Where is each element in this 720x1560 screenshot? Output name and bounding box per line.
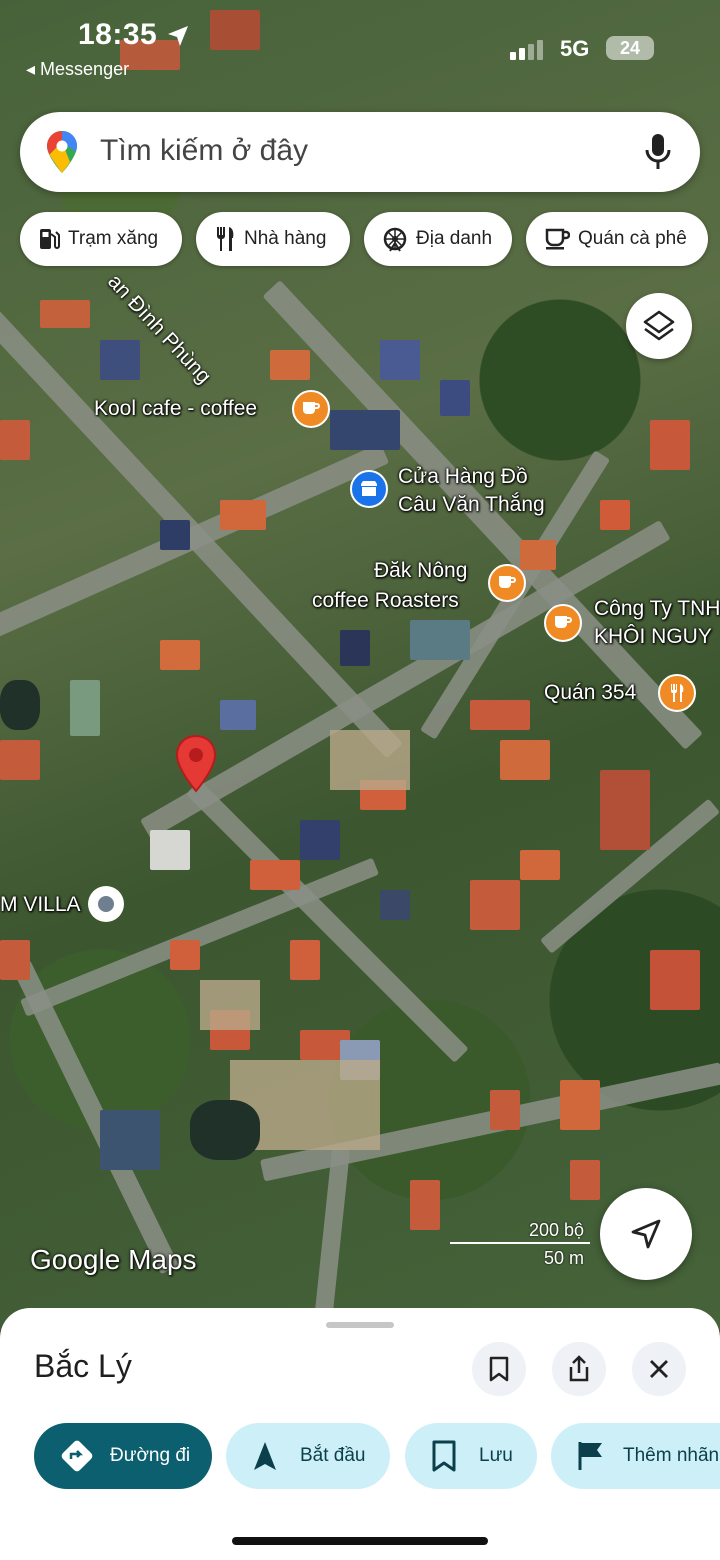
poi-label-line1: Cửa Hàng Đồ: [398, 465, 528, 488]
category-chips: Trạm xăng Nhà hàng Địa danh Quán cà phê: [20, 212, 720, 268]
chip-label: Trạm xăng: [68, 228, 159, 249]
close-icon: [650, 1360, 668, 1378]
coffee-icon: [292, 390, 330, 428]
layers-icon: [643, 310, 675, 341]
network-type: 5G: [560, 36, 590, 61]
poi-label: Quán 354: [544, 681, 637, 704]
search-input[interactable]: Tìm kiếm ở đây: [100, 134, 308, 168]
poi-label-line2: coffee Roasters: [312, 589, 459, 612]
action-label: Bắt đầu: [300, 1445, 366, 1466]
map-scale: 200 bộ 50 m: [450, 1220, 590, 1268]
villa-label: M VILLA: [0, 893, 81, 916]
directions-icon: [61, 1440, 93, 1472]
selected-location-pin-icon[interactable]: [174, 734, 218, 799]
navigation-arrow-icon: [254, 1442, 276, 1470]
status-bar: 18:35 ◂ Messenger 5G 24: [0, 0, 720, 90]
action-label: Lưu: [479, 1445, 513, 1466]
coffee-icon: [544, 604, 582, 642]
coffee-icon: [545, 228, 570, 250]
chip-restaurant[interactable]: Nhà hàng: [196, 212, 350, 266]
poi-label-line2: KHÔI NGUY: [594, 625, 712, 648]
chip-label: Nhà hàng: [244, 228, 327, 249]
scale-line: [450, 1242, 590, 1244]
close-button[interactable]: [632, 1342, 686, 1396]
layers-button[interactable]: [626, 293, 692, 359]
poi-label-line1: Đăk Nông: [374, 559, 468, 582]
scale-label-feet: 200 bộ: [528, 1220, 584, 1240]
save-place-button[interactable]: [472, 1342, 526, 1396]
home-indicator[interactable]: [232, 1537, 488, 1545]
bookmark-icon: [432, 1440, 456, 1472]
chip-landmark[interactable]: Địa danh: [364, 212, 512, 266]
status-time: 18:35: [78, 18, 158, 51]
restaurant-icon: [217, 227, 234, 251]
restaurant-icon: [658, 674, 696, 712]
save-button[interactable]: Lưu: [405, 1423, 537, 1489]
signal-icon: [510, 40, 543, 60]
poi-label: Kool cafe - coffee: [94, 397, 258, 420]
search-bar[interactable]: Tìm kiếm ở đây: [20, 112, 700, 192]
satellite-map[interactable]: an Đình Phùng Kool cafe - coffee Cửa Hàn…: [0, 0, 720, 1330]
chip-label: Quán cà phê: [578, 228, 687, 249]
chip-coffee[interactable]: Quán cà phê: [526, 212, 708, 266]
coffee-icon: [488, 564, 526, 602]
share-button[interactable]: [552, 1342, 606, 1396]
share-icon: [569, 1355, 589, 1382]
scale-label-meters: 50 m: [543, 1248, 584, 1268]
place-marker-icon[interactable]: [88, 886, 124, 922]
gas-station-icon: [40, 229, 60, 249]
microphone-icon[interactable]: [644, 132, 672, 172]
action-label: Đường đi: [110, 1445, 191, 1466]
chip-gas-station[interactable]: Trạm xăng: [20, 212, 182, 266]
add-label-button[interactable]: Thêm nhãn: [551, 1423, 720, 1489]
location-arrow-icon: [168, 26, 188, 46]
bookmark-icon: [489, 1356, 509, 1382]
battery-icon: 24: [606, 36, 654, 60]
shop-icon: [350, 470, 388, 508]
directions-button[interactable]: Đường đi: [34, 1423, 212, 1489]
flag-icon: [578, 1442, 602, 1470]
place-bottom-sheet: Bắc Lý Đường đi Bắt đầu Lưu Thêm nhãn: [0, 1308, 720, 1560]
back-to-app-link[interactable]: ◂ Messenger: [26, 59, 129, 80]
google-maps-logo: Google Maps: [30, 1244, 197, 1275]
start-button[interactable]: Bắt đầu: [226, 1423, 390, 1489]
google-maps-pin-icon: [47, 131, 77, 173]
poi-label-line1: Công Ty TNH: [594, 597, 720, 620]
place-title: Bắc Lý: [34, 1348, 132, 1384]
navigation-arrow-icon: [631, 1219, 661, 1249]
sheet-drag-handle[interactable]: [326, 1322, 394, 1328]
landmark-icon: [383, 227, 407, 252]
action-label: Thêm nhãn: [623, 1445, 720, 1466]
poi-label-line2: Câu Văn Thắng: [398, 493, 545, 516]
chip-label: Địa danh: [416, 228, 493, 249]
my-location-button[interactable]: [600, 1188, 692, 1280]
